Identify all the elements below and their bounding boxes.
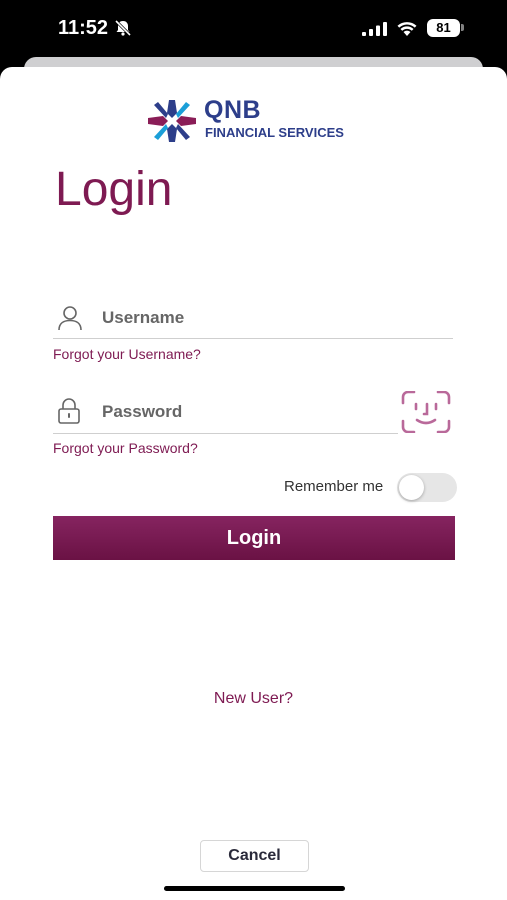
new-user-link[interactable]: New User?: [0, 690, 507, 708]
login-button[interactable]: Login: [53, 516, 455, 560]
qnb-logo-mark-icon: [148, 100, 196, 142]
password-underline: [53, 433, 398, 434]
password-input[interactable]: [102, 401, 382, 423]
cancel-button[interactable]: Cancel: [200, 840, 309, 872]
page-title: Login: [55, 163, 173, 216]
qnb-logo: QNB FINANCIAL SERVICES: [146, 96, 376, 144]
face-id-icon[interactable]: [401, 390, 451, 438]
cellular-signal-icon: [362, 22, 388, 41]
lock-icon: [57, 398, 81, 429]
silent-bell-icon: [114, 19, 132, 42]
status-time: 11:52: [58, 17, 109, 39]
forgot-username-link[interactable]: Forgot your Username?: [53, 346, 201, 362]
forgot-password-link[interactable]: Forgot your Password?: [53, 440, 198, 456]
battery-tip: [461, 24, 464, 31]
remember-me-toggle[interactable]: [397, 473, 457, 502]
wifi-icon: [396, 19, 418, 41]
remember-me-label: Remember me: [284, 478, 384, 495]
status-bar: 11:52 81: [0, 0, 507, 60]
logo-brand-text: QNB: [204, 96, 262, 124]
battery-icon: 81: [427, 19, 460, 37]
home-indicator: [164, 886, 345, 891]
username-input[interactable]: [102, 307, 442, 329]
logo-subtitle-text: FINANCIAL SERVICES: [205, 125, 344, 140]
toggle-knob: [399, 475, 424, 500]
user-icon: [57, 305, 83, 336]
username-underline: [53, 338, 453, 339]
